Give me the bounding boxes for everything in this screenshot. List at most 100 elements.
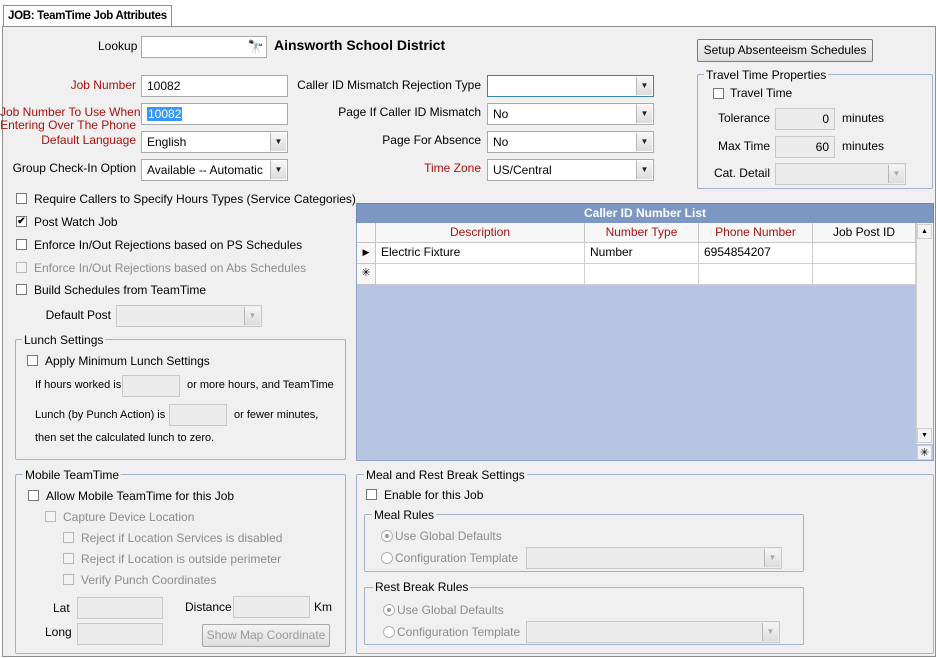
post-watch-label: Post Watch Job	[34, 215, 118, 229]
tolerance-label: Tolerance	[717, 111, 770, 125]
default-language-select[interactable]: English ▼	[141, 131, 288, 153]
meal-global-defaults-radio[interactable]	[381, 530, 393, 542]
lunch-hours-text-a: If hours worked is	[35, 379, 122, 391]
rest-config-template-radio[interactable]	[383, 626, 395, 638]
chevron-down-icon[interactable]: ▼	[888, 165, 904, 183]
enforce-ps-checkbox[interactable]	[16, 239, 27, 250]
new-row-description[interactable]	[376, 264, 585, 285]
district-name: Ainsworth School District	[274, 37, 446, 53]
row-indicator-icon[interactable]: ▶	[357, 243, 376, 264]
job-number-phone-label-1: Job Number To Use When	[0, 105, 141, 119]
table-row-number-type[interactable]: Number	[585, 243, 699, 264]
rest-global-defaults-radio[interactable]	[383, 604, 395, 616]
chevron-down-icon[interactable]: ▼	[636, 133, 652, 151]
show-map-coordinate-button[interactable]: Show Map Coordinate	[202, 624, 330, 647]
default-post-select[interactable]: ▼	[116, 305, 262, 327]
meal-config-template-radio[interactable]	[381, 552, 393, 564]
travel-time-group-title: Travel Time Properties	[704, 68, 829, 82]
meal-rules-title: Meal Rules	[372, 508, 437, 522]
chevron-down-icon[interactable]: ▼	[270, 161, 286, 179]
verify-coordinates-checkbox[interactable]	[63, 574, 74, 585]
allow-mobile-checkbox[interactable]	[28, 490, 39, 501]
scroll-up-icon[interactable]: ▲	[917, 224, 932, 239]
scroll-down-icon[interactable]: ▼	[917, 428, 932, 443]
capture-location-checkbox[interactable]	[45, 511, 56, 522]
enforce-abs-checkbox[interactable]	[16, 262, 27, 273]
job-number-input[interactable]: 10082	[141, 75, 288, 97]
caller-mismatch-type-select[interactable]: ▼	[487, 75, 654, 97]
new-row-number-type[interactable]	[585, 264, 699, 285]
table-row-phone-number[interactable]: 6954854207	[699, 243, 813, 264]
time-zone-select[interactable]: US/Central ▼	[487, 159, 654, 181]
new-row-job-post-id[interactable]	[813, 264, 916, 285]
page-caller-mismatch-label: Page If Caller ID Mismatch	[338, 105, 481, 119]
page-caller-mismatch-select[interactable]: No ▼	[487, 103, 654, 125]
chevron-down-icon[interactable]: ▼	[762, 623, 778, 641]
page-absence-label: Page For Absence	[382, 133, 481, 147]
grid-corner	[357, 223, 376, 243]
meal-rest-title: Meal and Rest Break Settings	[364, 468, 527, 482]
caller-id-grid-title: Caller ID Number List	[356, 203, 934, 224]
reject-perimeter-checkbox[interactable]	[63, 553, 74, 564]
max-time-input[interactable]: 60	[775, 136, 835, 158]
rest-config-template-select[interactable]: ▼	[526, 621, 780, 643]
page-absence-select[interactable]: No ▼	[487, 131, 654, 153]
page-caller-mismatch-value: No	[493, 107, 509, 121]
job-number-phone-label-2: Entering Over The Phone	[0, 118, 136, 132]
table-row-description[interactable]: Electric Fixture	[376, 243, 585, 264]
setup-absenteeism-schedules-button[interactable]: Setup Absenteeism Schedules	[697, 39, 873, 62]
tolerance-input[interactable]: 0	[775, 108, 835, 130]
chevron-down-icon[interactable]: ▼	[244, 307, 260, 325]
grid-header-job-post-id[interactable]: Job Post ID	[813, 223, 916, 243]
chevron-down-icon[interactable]: ▼	[270, 133, 286, 151]
meal-config-template-select[interactable]: ▼	[526, 547, 782, 569]
grid-header-number-type[interactable]: Number Type	[585, 223, 699, 243]
cat-detail-select[interactable]: ▼	[775, 163, 906, 185]
mobile-teamtime-title: Mobile TeamTime	[23, 468, 122, 482]
lunch-hours-input[interactable]	[122, 375, 180, 397]
chevron-down-icon[interactable]: ▼	[636, 77, 652, 95]
long-label: Long	[45, 625, 72, 639]
tab-teamtime-job-attributes[interactable]: JOB: TeamTime Job Attributes	[3, 5, 172, 27]
reject-services-checkbox[interactable]	[63, 532, 74, 543]
new-row-icon[interactable]: ✳	[357, 264, 376, 285]
meal-config-template-label: Configuration Template	[395, 551, 519, 565]
lunch-minutes-input[interactable]	[169, 404, 227, 426]
build-schedules-checkbox[interactable]	[16, 284, 27, 295]
time-zone-value: US/Central	[493, 163, 552, 177]
post-watch-checkbox[interactable]: ✔	[16, 216, 27, 227]
lookup-label: Lookup	[98, 39, 138, 53]
chevron-down-icon[interactable]: ▼	[636, 105, 652, 123]
time-zone-label: Time Zone	[424, 161, 481, 175]
distance-input[interactable]	[233, 596, 310, 618]
enable-meal-rest-checkbox[interactable]	[366, 489, 377, 500]
group-checkin-label: Group Check-In Option	[12, 161, 136, 175]
max-time-label: Max Time	[717, 139, 770, 153]
require-callers-label: Require Callers to Specify Hours Types (…	[34, 192, 356, 206]
rest-global-defaults-label: Use Global Defaults	[397, 603, 504, 617]
meal-global-defaults-label: Use Global Defaults	[395, 529, 502, 543]
grid-new-row-icon[interactable]: ✳	[917, 445, 932, 460]
tolerance-unit: minutes	[842, 111, 885, 125]
long-input[interactable]	[77, 623, 163, 645]
travel-time-checkbox[interactable]	[713, 88, 724, 99]
lunch-settings-title: Lunch Settings	[22, 333, 106, 347]
chevron-down-icon[interactable]: ▼	[764, 549, 780, 567]
grid-header-phone-number[interactable]: Phone Number	[699, 223, 813, 243]
job-number-phone-selected-text: 10082	[147, 107, 183, 121]
grid-vertical-scrollbar[interactable]	[916, 223, 933, 444]
lat-input[interactable]	[77, 597, 163, 619]
require-callers-checkbox[interactable]	[16, 193, 27, 204]
allow-mobile-label: Allow Mobile TeamTime for this Job	[46, 489, 235, 503]
grid-header-description[interactable]: Description	[376, 223, 585, 243]
enable-meal-rest-label: Enable for this Job	[384, 488, 484, 502]
chevron-down-icon[interactable]: ▼	[636, 161, 652, 179]
table-row-job-post-id[interactable]	[813, 243, 916, 264]
new-row-phone-number[interactable]	[699, 264, 813, 285]
binoculars-icon[interactable]: 🔭	[246, 38, 266, 56]
job-number-phone-input[interactable]: 10082	[141, 103, 288, 125]
page-absence-value: No	[493, 135, 509, 149]
build-schedules-label: Build Schedules from TeamTime	[34, 283, 207, 297]
apply-min-lunch-checkbox[interactable]	[27, 355, 38, 366]
group-checkin-select[interactable]: Available -- Automatic ▼	[141, 159, 288, 181]
